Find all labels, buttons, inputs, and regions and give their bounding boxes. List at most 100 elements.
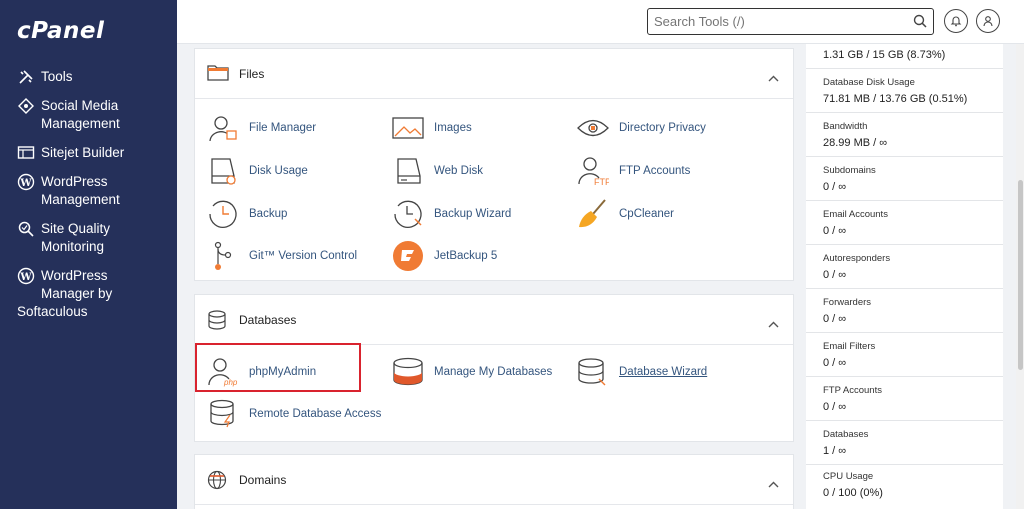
panel-title: Files xyxy=(239,67,265,81)
tool-label: FTP Accounts xyxy=(619,165,691,177)
tool-label: JetBackup 5 xyxy=(434,250,498,262)
stat-ftp-accounts: FTP Accounts 0 / ∞ xyxy=(806,377,1003,421)
stat-label: FTP Accounts xyxy=(823,385,882,396)
social-media-icon xyxy=(17,97,35,115)
svg-text:W: W xyxy=(19,178,32,189)
stat-subdomains: Subdomains 0 / ∞ xyxy=(806,157,1003,201)
user-menu-button[interactable] xyxy=(976,9,1000,33)
sidebar-item-tools[interactable]: Tools xyxy=(0,68,177,86)
sidebar: cPanel Tools Social Media Management Sit… xyxy=(0,0,177,509)
tool-web-disk[interactable]: Web Disk xyxy=(392,155,483,187)
stat-value: 0 / ∞ xyxy=(823,181,847,193)
sidebar-item-label: Tools xyxy=(41,69,73,84)
sidebar-item-label: WordPress xyxy=(41,268,108,283)
tool-git-version-control[interactable]: Git™ Version Control xyxy=(207,240,357,272)
tool-backup-wizard[interactable]: Backup Wizard xyxy=(392,198,511,230)
stat-value: 0 / ∞ xyxy=(823,313,847,325)
tool-label: Images xyxy=(434,122,472,134)
database-wizard-icon xyxy=(577,356,609,388)
stat-database-disk-usage: Database Disk Usage 71.81 MB / 13.76 GB … xyxy=(806,69,1003,113)
broom-icon xyxy=(577,198,609,230)
stat-label: Forwarders xyxy=(823,297,872,308)
stat-email-accounts: Email Accounts 0 / ∞ xyxy=(806,201,1003,245)
remote-database-icon xyxy=(207,398,239,430)
stat-autoresponders: Autoresponders 0 / ∞ xyxy=(806,245,1003,289)
sidebar-item-label: Site Quality xyxy=(41,221,111,236)
sidebar-item-wordpress-management[interactable]: W WordPress Management xyxy=(0,173,177,209)
tool-label: Disk Usage xyxy=(249,165,308,177)
panel-title: Domains xyxy=(239,473,287,487)
chevron-up-icon[interactable] xyxy=(768,69,779,87)
manage-databases-icon xyxy=(392,356,424,388)
stat-value: 71.81 MB / 13.76 GB (0.51%) xyxy=(823,93,968,105)
file-manager-icon xyxy=(207,112,239,144)
stat-value: 0 / ∞ xyxy=(823,357,847,369)
tool-database-wizard[interactable]: Database Wizard xyxy=(577,356,707,388)
stat-value: 28.99 MB / ∞ xyxy=(823,137,888,149)
tool-remote-database-access[interactable]: Remote Database Access xyxy=(207,398,381,430)
wordpress-icon: W xyxy=(17,267,35,285)
tool-label: CpCleaner xyxy=(619,208,674,220)
notifications-button[interactable] xyxy=(944,9,968,33)
domains-panel: Domains xyxy=(194,454,794,509)
tool-label: Manage My Databases xyxy=(434,366,553,378)
stat-label: Email Filters xyxy=(823,341,876,352)
stat-disk-usage: 1.31 GB / 15 GB (8.73%) xyxy=(806,44,1003,69)
tool-disk-usage[interactable]: Disk Usage xyxy=(207,155,308,187)
wordpress-icon: W xyxy=(17,173,35,191)
git-icon xyxy=(207,240,239,272)
databases-panel-header[interactable]: Databases xyxy=(195,295,793,345)
sidebar-item-label: WordPress xyxy=(41,174,108,189)
sidebar-item-label: Management xyxy=(41,192,120,207)
stat-value: 0 / 100 (0%) xyxy=(823,487,883,499)
search-input[interactable] xyxy=(648,9,903,34)
files-panel-header[interactable]: Files xyxy=(195,49,793,99)
site-quality-icon xyxy=(17,220,35,238)
stat-label: Bandwidth xyxy=(823,121,868,132)
ftp-accounts-icon: FTP xyxy=(577,155,609,187)
sidebar-item-wordpress-softaculous[interactable]: W WordPress Manager by Softaculous xyxy=(0,267,177,321)
disk-usage-icon xyxy=(207,155,239,187)
stat-label: Email Accounts xyxy=(823,209,888,220)
tool-file-manager[interactable]: File Manager xyxy=(207,112,316,144)
tools-icon xyxy=(17,68,35,86)
tool-images[interactable]: Images xyxy=(392,112,472,144)
sitejet-icon xyxy=(17,144,35,162)
globe-icon xyxy=(207,470,227,495)
stat-value: 0 / ∞ xyxy=(823,401,847,413)
tool-manage-my-databases[interactable]: Manage My Databases xyxy=(392,356,552,388)
sidebar-item-social-media[interactable]: Social Media Management xyxy=(0,97,177,133)
search-icon[interactable] xyxy=(913,14,927,33)
backup-wizard-icon xyxy=(392,198,424,230)
tool-directory-privacy[interactable]: Directory Privacy xyxy=(577,112,706,144)
sidebar-item-label: Management xyxy=(41,116,120,131)
tool-backup[interactable]: Backup xyxy=(207,198,287,230)
backup-icon xyxy=(207,198,239,230)
chevron-up-icon[interactable] xyxy=(768,315,779,333)
page-scrollbar[interactable] xyxy=(1016,44,1024,509)
tool-label: File Manager xyxy=(249,122,317,134)
panel-title: Databases xyxy=(239,313,297,327)
stat-label: Databases xyxy=(823,429,869,440)
domains-panel-header[interactable]: Domains xyxy=(195,455,793,505)
web-disk-icon xyxy=(392,155,424,187)
sidebar-item-label: Monitoring xyxy=(41,239,105,254)
scrollbar-thumb[interactable] xyxy=(1018,180,1023,370)
stat-value: 0 / ∞ xyxy=(823,269,847,281)
tool-label: Remote Database Access xyxy=(249,408,382,420)
tool-cpcleaner[interactable]: CpCleaner xyxy=(577,198,674,230)
folder-icon xyxy=(207,64,229,87)
jetbackup-icon xyxy=(392,240,424,272)
eye-icon xyxy=(577,112,609,144)
sidebar-item-sitejet[interactable]: Sitejet Builder xyxy=(0,144,177,162)
sidebar-item-label: Manager by xyxy=(41,286,113,301)
bell-icon xyxy=(950,16,962,27)
cpanel-logo[interactable]: cPanel xyxy=(17,18,104,44)
stat-value: 1 / ∞ xyxy=(823,445,847,457)
chevron-up-icon[interactable] xyxy=(768,475,779,493)
tool-ftp-accounts[interactable]: FTP FTP Accounts xyxy=(577,155,690,187)
sidebar-item-site-quality[interactable]: Site Quality Monitoring xyxy=(0,220,177,256)
user-icon xyxy=(983,16,993,27)
tool-jetbackup[interactable]: JetBackup 5 xyxy=(392,240,497,272)
highlight-box xyxy=(195,343,361,392)
